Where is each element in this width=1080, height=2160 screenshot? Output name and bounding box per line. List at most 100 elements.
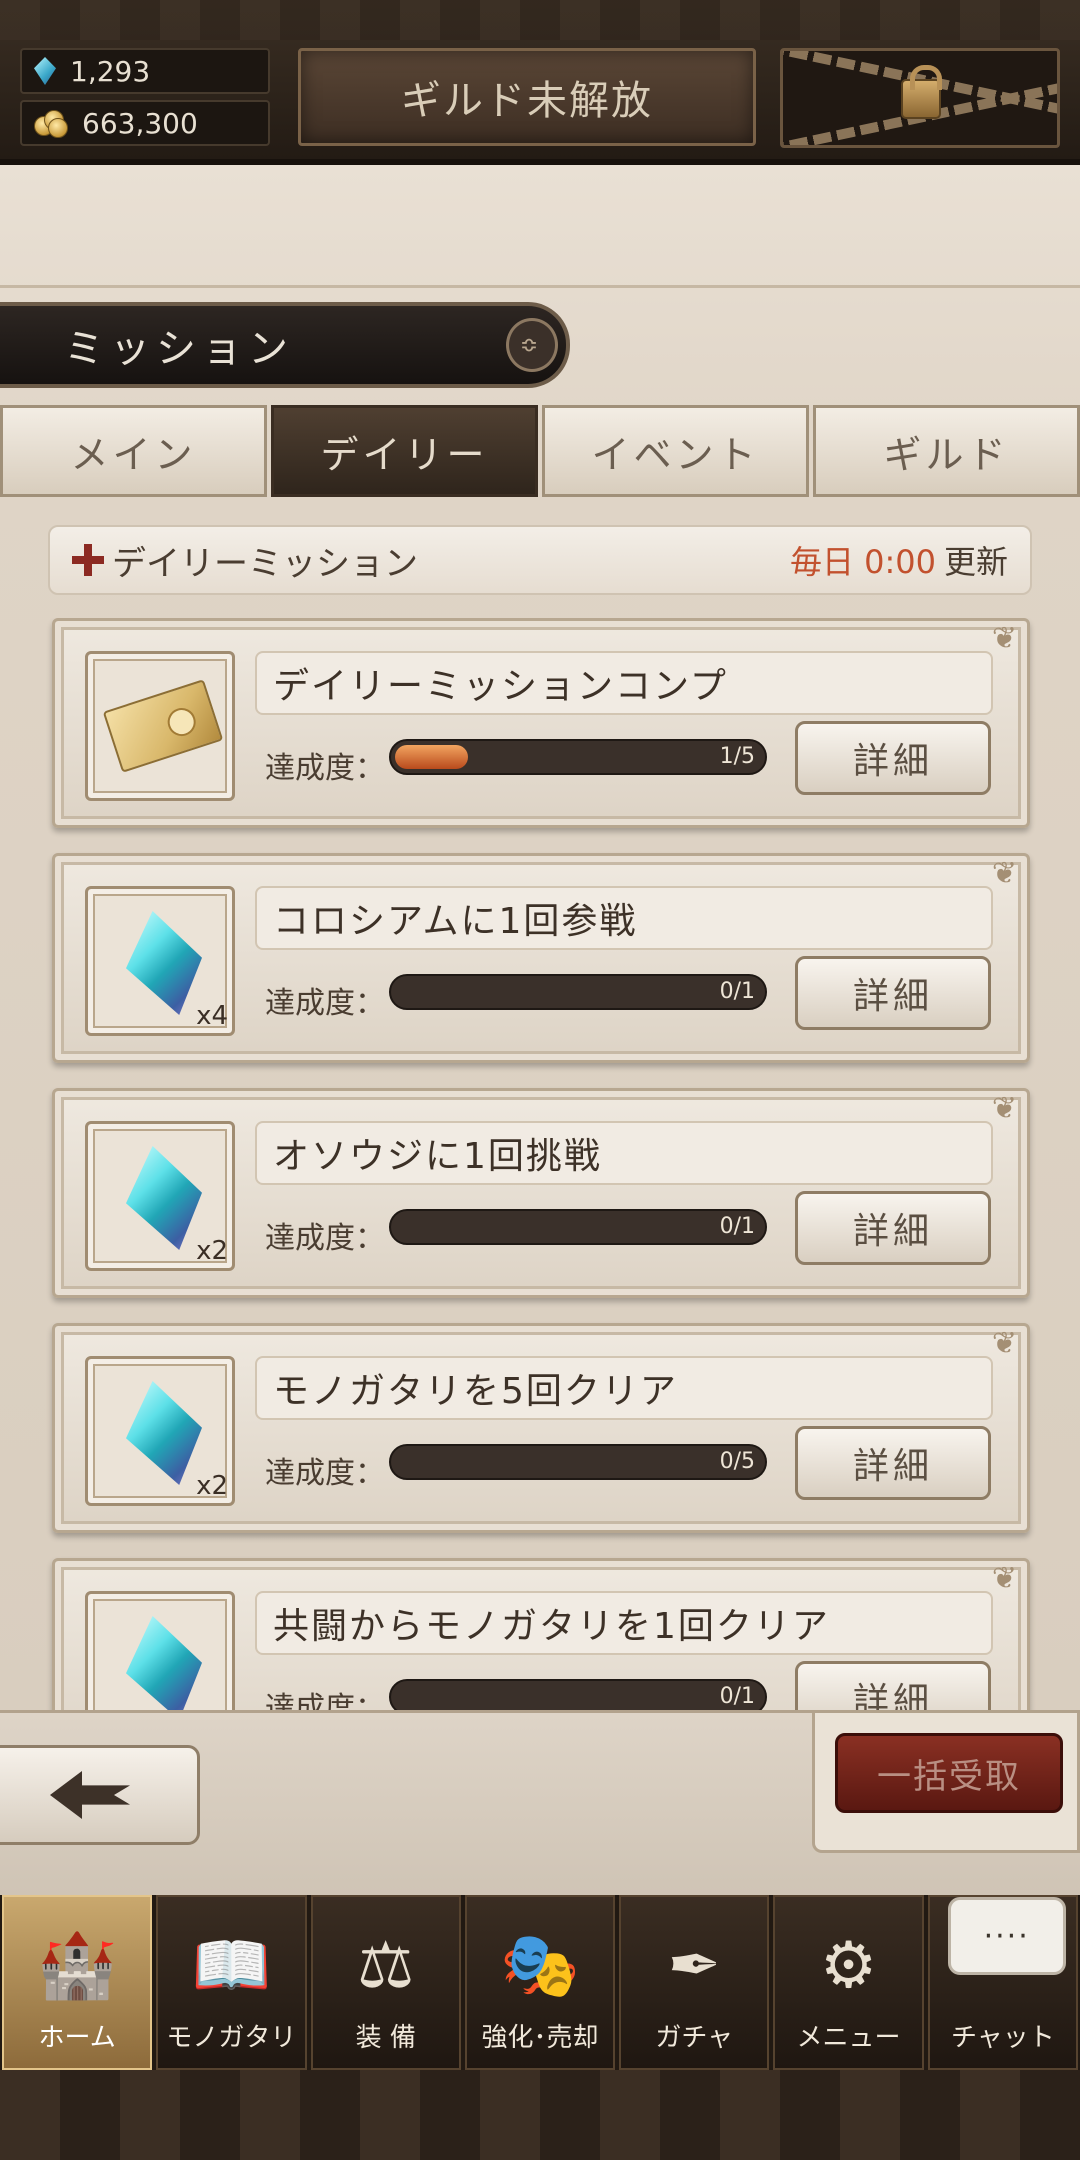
back-button[interactable]: [0, 1745, 200, 1845]
locked-feature-button[interactable]: [780, 48, 1060, 148]
nav-gacha[interactable]: ✒ ガチャ: [619, 1895, 770, 2070]
progress-text: 1/5: [719, 744, 755, 769]
claim-all-panel: 一括受取: [812, 1713, 1080, 1853]
crystal-icon: [126, 1616, 202, 1710]
mission-name: デイリーミッションコンプ: [255, 651, 993, 715]
nav-label: チャット: [950, 2023, 1055, 2053]
crystal-icon: [126, 1146, 202, 1250]
top-bar: 1,293 663,300 ギルド未解放: [0, 0, 1080, 165]
quill-icon: ✒: [667, 1929, 722, 2003]
progress-label: 達成度：: [265, 1221, 385, 1256]
detail-label: 詳細: [852, 976, 933, 1017]
progress-label: 達成度：: [265, 986, 385, 1021]
nav-home[interactable]: 🏰 ホーム: [2, 1895, 153, 2070]
tab-label: デイリー: [320, 432, 489, 477]
tab-daily[interactable]: デイリー: [271, 405, 538, 497]
cross-ornament-icon: [72, 544, 104, 576]
mission-card: x2 オソウジに1回挑戦 達成度： 0/1 詳細: [52, 1088, 1030, 1298]
progress-label: 達成度：: [265, 751, 385, 786]
detail-button[interactable]: 詳細: [795, 1661, 991, 1710]
bottom-nav: 🏰 ホーム 📖 モノガタリ ⚖ 装 備 🎭 強化･売却 ✒ ガチャ ⚙ メニュー…: [0, 1895, 1080, 2070]
reward-slot[interactable]: x2: [85, 1121, 235, 1271]
claim-all-button[interactable]: 一括受取: [835, 1733, 1063, 1813]
equipment-icon: ⚖: [357, 1929, 415, 2003]
reward-slot[interactable]: [85, 651, 235, 801]
detail-label: 詳細: [852, 1446, 933, 1487]
mission-tabs: メイン デイリー イベント ギルド: [0, 405, 1080, 497]
reset-suffix: 更新: [943, 543, 1008, 581]
progress-text: 0/1: [719, 1684, 755, 1709]
nav-enhance-sell[interactable]: 🎭 強化･売却: [464, 1895, 616, 2070]
detail-button[interactable]: 詳細: [795, 956, 991, 1030]
daily-mission-title: デイリーミッション: [112, 543, 418, 584]
progress-bar: 0/1: [389, 1209, 767, 1245]
back-arrow-icon: [50, 1771, 130, 1819]
progress-fill: [395, 745, 469, 769]
crystal-icon: [126, 1381, 202, 1485]
detail-label: 詳細: [852, 1681, 933, 1710]
nav-label: 強化･売却: [481, 2023, 599, 2053]
gold-counter: 663,300: [20, 100, 270, 146]
progress-bar: 1/5: [389, 739, 767, 775]
mission-card: 共闘からモノガタリを1回クリア 達成度： 0/1 詳細: [52, 1558, 1030, 1710]
detail-label: 詳細: [852, 1211, 933, 1252]
nav-label: モノガタリ: [166, 2023, 297, 2053]
tab-label: イベント: [591, 432, 760, 477]
chat-icon: ····: [947, 1897, 1066, 1975]
section-title-text: ミッション: [64, 326, 294, 372]
nav-menu[interactable]: ⚙ メニュー: [773, 1895, 924, 2070]
tab-label: メイン: [70, 432, 197, 477]
progress-bar: 0/1: [389, 974, 767, 1010]
mission-card: x2 モノガタリを5回クリア 達成度： 0/5 詳細: [52, 1323, 1030, 1533]
ticket-icon: [102, 679, 224, 773]
gem-icon: [34, 57, 56, 85]
tab-event[interactable]: イベント: [542, 405, 809, 497]
reset-time: 毎日 0:00: [789, 543, 936, 581]
mission-name: オソウジに1回挑戦: [255, 1121, 993, 1185]
reward-quantity: x2: [196, 1471, 228, 1501]
mask-icon: 🎭: [500, 1929, 580, 2003]
nav-label: ガチャ: [655, 2023, 734, 2053]
action-bar: 一括受取: [0, 1710, 1080, 1895]
progress-text: 0/1: [719, 1214, 755, 1239]
guild-label: ギルド未解放: [401, 78, 653, 124]
guild-button[interactable]: ギルド未解放: [298, 48, 756, 146]
detail-button[interactable]: 詳細: [795, 1191, 991, 1265]
chat-bubble-dots: ····: [983, 1918, 1030, 1954]
nav-chat[interactable]: ···· チャット: [927, 1895, 1078, 2070]
progress-label: 達成度：: [265, 1456, 385, 1491]
crystal-icon: [126, 911, 202, 1015]
progress-bar: 0/1: [389, 1679, 767, 1710]
tab-guild[interactable]: ギルド: [813, 405, 1080, 497]
progress-bar: 0/5: [389, 1444, 767, 1480]
nav-label: 装 備: [355, 2023, 416, 2053]
mission-card: x4 コロシアムに1回参戦 達成度： 0/1 詳細: [52, 853, 1030, 1063]
mission-name: コロシアムに1回参戦: [255, 886, 993, 950]
mission-card: デイリーミッションコンプ 達成度： 1/5 詳細: [52, 618, 1030, 828]
nav-story[interactable]: 📖 モノガタリ: [156, 1895, 307, 2070]
detail-button[interactable]: 詳細: [795, 1426, 991, 1500]
reward-quantity: x2: [196, 1236, 228, 1266]
gold-coin-icon: [34, 108, 68, 138]
detail-button[interactable]: 詳細: [795, 721, 991, 795]
reward-slot[interactable]: x2: [85, 1356, 235, 1506]
reward-quantity: x4: [196, 1001, 228, 1031]
gem-amount: 1,293: [70, 54, 151, 88]
ornament-knob-icon: ≎: [506, 318, 558, 372]
claim-all-label: 一括受取: [877, 1756, 1021, 1797]
progress-label: 達成度：: [265, 1691, 385, 1710]
mission-name: 共闘からモノガタリを1回クリア: [255, 1591, 993, 1655]
reward-slot[interactable]: [85, 1591, 235, 1710]
daily-mission-header: デイリーミッション 毎日 0:00 更新: [48, 525, 1032, 595]
nav-label: ホーム: [38, 2023, 116, 2053]
nav-label: メニュー: [796, 2023, 901, 2053]
footer-ornament: [0, 2070, 1080, 2160]
book-icon: 📖: [191, 1929, 272, 2003]
tab-label: ギルド: [883, 432, 1010, 477]
castle-icon: 🏰: [37, 1929, 117, 2003]
gears-icon: ⚙: [819, 1929, 878, 2003]
tab-main[interactable]: メイン: [0, 405, 267, 497]
reward-slot[interactable]: x4: [85, 886, 235, 1036]
mission-list[interactable]: デイリーミッションコンプ 達成度： 1/5 詳細 x4 コロシアムに1回参戦 達…: [0, 618, 1080, 1710]
nav-equipment[interactable]: ⚖ 装 備: [310, 1895, 461, 2070]
